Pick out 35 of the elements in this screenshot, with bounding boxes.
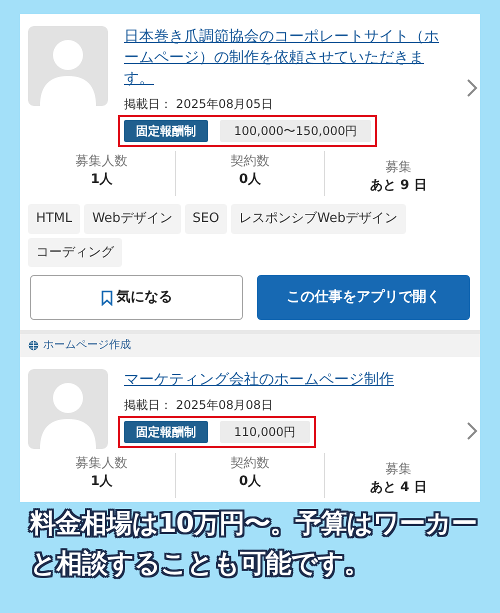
- caption-text: 料金相場は10万円〜。予算はワーカーと相談することも可能です。: [30, 508, 478, 580]
- job-title-link[interactable]: 日本巻き爪調節協会のコーポレートサイト（ホームページ）の制作を依頼させていただきます。: [124, 26, 450, 89]
- skill-tag: レスポンシブWebデザイン: [231, 204, 406, 234]
- stat-label: 募集人数: [74, 454, 129, 472]
- globe-icon: [28, 340, 39, 351]
- stat-value: 1人: [90, 171, 114, 189]
- stat-value: 1人: [90, 472, 114, 490]
- pay-amount: 100,000〜150,000円: [220, 120, 372, 142]
- pay-amount: 110,000円: [220, 420, 310, 442]
- bookmark-button[interactable]: 気になる: [30, 275, 243, 320]
- bookmark-icon: [100, 290, 112, 306]
- posted-date: 掲載日： 2025年08月08日: [124, 396, 274, 414]
- chevron-right-icon[interactable]: [466, 78, 478, 98]
- stat-value: あと 4 日: [368, 478, 428, 496]
- pay-type-badge: 固定報酬制: [124, 120, 208, 142]
- stat-value: あと 9 日: [368, 177, 428, 195]
- avatar-icon: [28, 368, 108, 448]
- stat-label: 契約数: [229, 153, 270, 170]
- skill-tag: Webデザイン: [84, 204, 181, 234]
- skill-tag: SEO: [184, 204, 228, 234]
- open-app-button[interactable]: この仕事をアプリで開く: [257, 275, 470, 320]
- chevron-right-icon[interactable]: [466, 420, 478, 440]
- stat-label: 募集: [384, 159, 412, 176]
- pay-type-badge: 固定報酬制: [124, 420, 208, 442]
- stat-value: 0人: [238, 472, 262, 490]
- stat-label: 募集人数: [74, 153, 129, 170]
- category-text: ホームページ作成: [43, 337, 131, 353]
- stat-value: 0人: [238, 171, 262, 189]
- skill-tag: コーディング: [28, 238, 122, 267]
- job-title-link[interactable]: マーケティング会社のホームページ制作: [124, 368, 394, 390]
- stat-label: 募集: [384, 460, 412, 478]
- posted-date: 掲載日： 2025年08月05日: [124, 96, 274, 113]
- avatar-icon: [28, 26, 108, 106]
- skill-tag: HTML: [28, 204, 80, 234]
- stat-label: 契約数: [229, 454, 270, 472]
